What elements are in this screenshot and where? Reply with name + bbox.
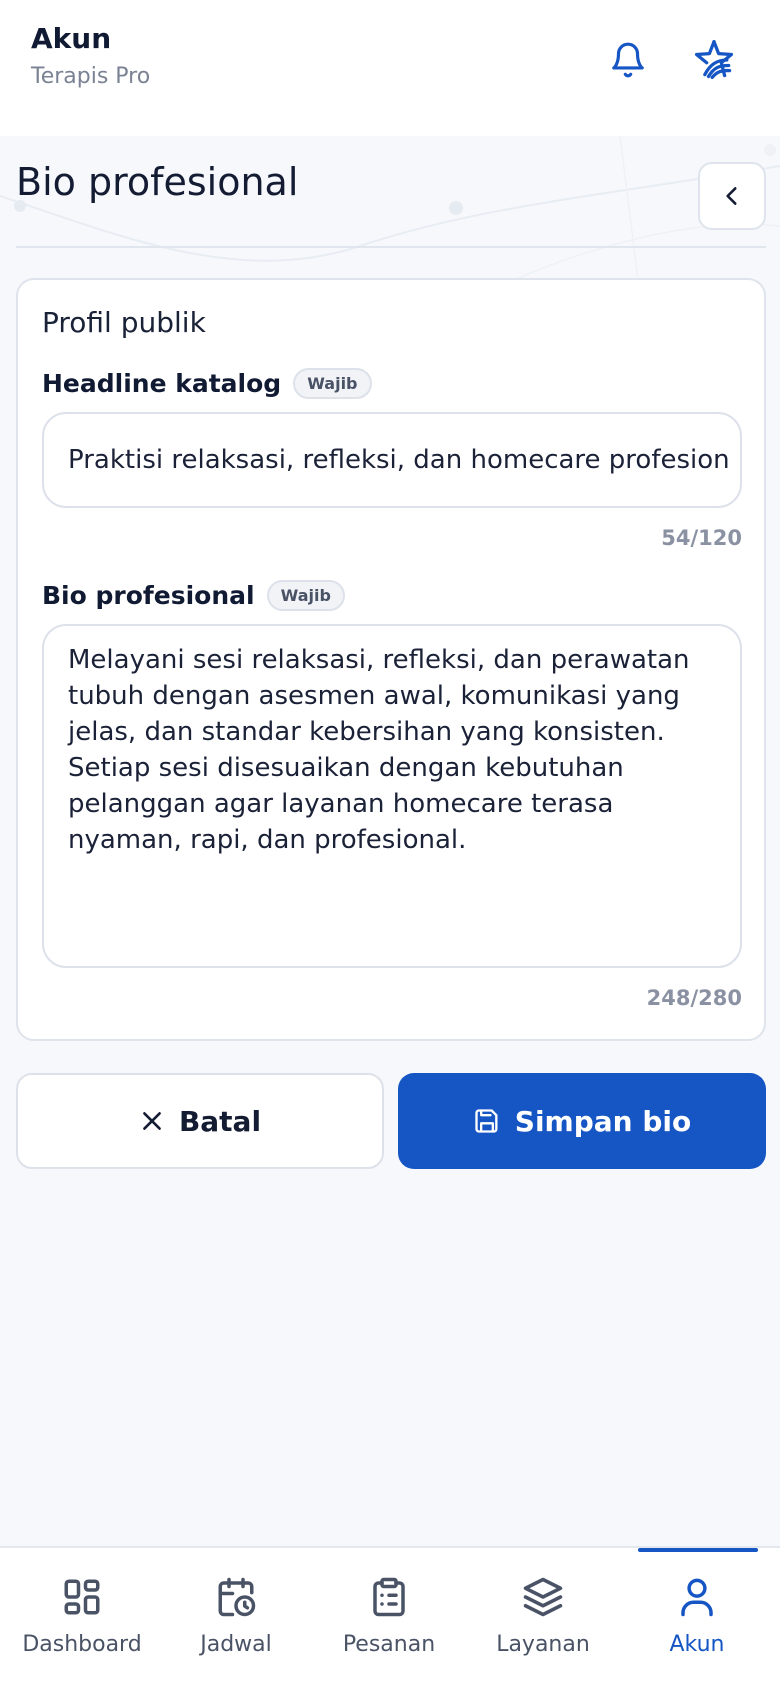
page-title: Bio profesional: [16, 160, 299, 204]
profile-card: Profil publik Headline katalog Wajib Pra…: [16, 278, 766, 1041]
nav-label-jadwal: Jadwal: [200, 1632, 272, 1657]
required-badge: Wajib: [293, 368, 372, 399]
save-button[interactable]: Simpan bio: [398, 1073, 766, 1169]
user-icon: [681, 1578, 713, 1617]
headline-label-text: Headline katalog: [42, 369, 282, 398]
bottom-navigation: Dashboard Jadwal Pesanan Layanan Akun: [0, 1546, 780, 1688]
nav-item-akun[interactable]: Akun: [622, 1576, 772, 1657]
headline-input[interactable]: Praktisi relaksasi, refleksi, dan homeca…: [42, 412, 742, 508]
calendar-clock-icon: [218, 1577, 256, 1617]
back-button[interactable]: [698, 162, 766, 230]
app-header: Akun Terapis Pro: [0, 0, 780, 136]
section-title: Profil publik: [42, 306, 206, 339]
title-divider: [16, 246, 766, 248]
nav-item-jadwal[interactable]: Jadwal: [161, 1576, 311, 1657]
layers-icon: [523, 1577, 563, 1617]
nav-label-layanan: Layanan: [496, 1632, 590, 1657]
nav-item-layanan[interactable]: Layanan: [468, 1576, 618, 1657]
headline-counter: 54/120: [661, 526, 742, 550]
required-badge: Wajib: [266, 580, 345, 611]
cancel-button[interactable]: Batal: [16, 1073, 384, 1169]
bio-textarea[interactable]: Melayani sesi relaksasi, refleksi, dan p…: [42, 624, 742, 968]
bell-icon[interactable]: [600, 32, 656, 88]
cancel-button-label: Batal: [178, 1104, 262, 1138]
nav-item-dashboard[interactable]: Dashboard: [7, 1576, 157, 1657]
nav-label-dashboard: Dashboard: [22, 1632, 142, 1657]
app-title: Akun: [31, 22, 112, 55]
brand-logo-icon[interactable]: [686, 32, 742, 88]
headline-input-value: Praktisi relaksasi, refleksi, dan homeca…: [68, 445, 730, 475]
grid-icon: [64, 1579, 100, 1615]
bio-label-text: Bio profesional: [42, 581, 255, 610]
nav-label-pesanan: Pesanan: [342, 1632, 436, 1657]
clipboard-icon: [373, 1577, 405, 1617]
close-icon: [143, 1112, 161, 1130]
nav-item-pesanan[interactable]: Pesanan: [314, 1576, 464, 1657]
app-subtitle: Terapis Pro: [31, 64, 151, 89]
save-button-label: Simpan bio: [514, 1104, 692, 1138]
nav-label-akun: Akun: [669, 1632, 725, 1657]
active-tab-indicator: [638, 1548, 758, 1552]
bio-counter: 248/280: [646, 986, 742, 1010]
headline-label: Headline katalog Wajib: [42, 368, 372, 399]
chevron-left-icon: [726, 187, 737, 205]
bio-label: Bio profesional Wajib: [42, 580, 345, 611]
save-icon: [475, 1109, 498, 1133]
